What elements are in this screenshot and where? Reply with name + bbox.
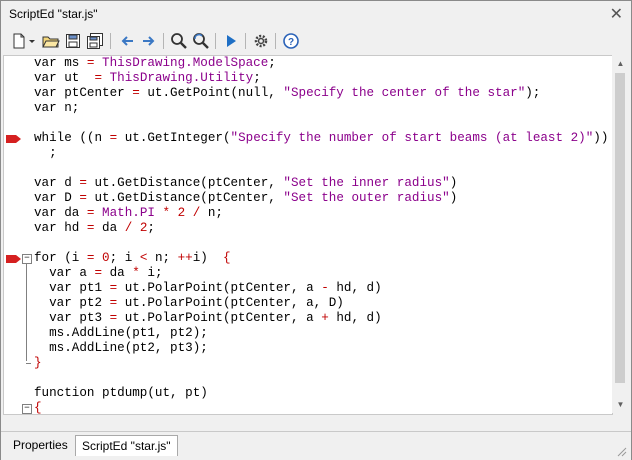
bottom-tabs: Properties ScriptEd "star.js" <box>1 431 631 460</box>
code-line[interactable]: var pt3 = ut.PolarPoint(ptCenter, a + hd… <box>34 311 382 326</box>
redo-arrow-icon[interactable] <box>139 31 159 51</box>
open-folder-icon[interactable] <box>41 31 61 51</box>
code-line[interactable]: var ms = ThisDrawing.ModelSpace; <box>34 56 276 71</box>
fold-toggle-icon[interactable]: − <box>22 404 32 414</box>
toolbar-separator <box>245 33 246 49</box>
code-line[interactable]: ms.AddLine(pt2, pt3); <box>34 341 208 356</box>
resize-grip-icon[interactable] <box>615 445 627 457</box>
code-line[interactable]: var n; <box>34 101 79 116</box>
save-icon[interactable] <box>63 31 83 51</box>
save-all-icon[interactable] <box>85 31 105 51</box>
tab-properties[interactable]: Properties <box>7 435 74 455</box>
toolbar-separator <box>110 33 111 49</box>
run-icon[interactable] <box>221 31 241 51</box>
code-line[interactable]: var hd = da / 2; <box>34 221 155 236</box>
scripted-window: ScriptEd "star.js" ✕ ? var ms = ThisDraw… <box>0 0 632 460</box>
find-icon[interactable] <box>169 31 189 51</box>
editor-gutter[interactable] <box>4 56 32 414</box>
undo-arrow-icon[interactable] <box>117 31 137 51</box>
vertical-scrollbar[interactable]: ▲ ▼ <box>612 55 629 413</box>
code-line[interactable]: { <box>34 401 42 414</box>
code-line[interactable]: function ptdump(ut, pt) <box>34 386 208 401</box>
code-line[interactable]: ms.AddLine(pt1, pt2); <box>34 326 208 341</box>
replace-icon[interactable] <box>191 31 211 51</box>
code-line[interactable]: var ut = ThisDrawing.Utility; <box>34 71 261 86</box>
code-line[interactable]: while ((n = ut.GetInteger("Specify the n… <box>34 131 612 146</box>
fold-guide-line <box>26 264 27 361</box>
code-line[interactable]: var a = da * i; <box>34 266 162 281</box>
scroll-down-icon[interactable]: ▼ <box>612 396 629 413</box>
close-icon[interactable]: ✕ <box>610 4 623 24</box>
breakpoint-marker-icon[interactable] <box>6 135 21 143</box>
new-dropdown-icon[interactable] <box>27 31 37 51</box>
window-title: ScriptEd "star.js" <box>9 7 98 21</box>
code-line[interactable]: for (i = 0; i < n; ++i) { <box>34 251 231 266</box>
fold-guide-end <box>26 363 31 364</box>
code-line[interactable]: var ptCenter = ut.GetPoint(null, "Specif… <box>34 86 540 101</box>
fold-toggle-icon[interactable]: − <box>22 254 32 264</box>
title-bar: ScriptEd "star.js" ✕ <box>1 1 631 27</box>
code-line[interactable]: } <box>34 356 42 371</box>
settings-icon[interactable] <box>251 31 271 51</box>
help-icon[interactable]: ? <box>281 31 301 51</box>
toolbar: ? <box>1 29 631 53</box>
new-file-icon[interactable] <box>9 31 29 51</box>
code-line[interactable]: var D = ut.GetDistance(ptCenter, "Set th… <box>34 191 457 206</box>
svg-text:?: ? <box>288 37 294 48</box>
toolbar-separator <box>163 33 164 49</box>
code-line[interactable]: var da = Math.PI * 2 / n; <box>34 206 223 221</box>
code-line[interactable]: var pt2 = ut.PolarPoint(ptCenter, a, D) <box>34 296 344 311</box>
code-editor[interactable]: var ms = ThisDrawing.ModelSpace; var ut =… <box>3 55 613 415</box>
scrollbar-thumb[interactable] <box>615 73 625 383</box>
code-line[interactable]: var pt1 = ut.PolarPoint(ptCenter, a - hd… <box>34 281 382 296</box>
tab-scripted-star[interactable]: ScriptEd "star.js" <box>75 435 178 456</box>
code-line[interactable]: ; <box>34 146 57 161</box>
scroll-up-icon[interactable]: ▲ <box>612 55 629 72</box>
toolbar-separator <box>215 33 216 49</box>
code-line[interactable]: var d = ut.GetDistance(ptCenter, "Set th… <box>34 176 457 191</box>
toolbar-separator <box>275 33 276 49</box>
breakpoint-marker-icon[interactable] <box>6 255 21 263</box>
